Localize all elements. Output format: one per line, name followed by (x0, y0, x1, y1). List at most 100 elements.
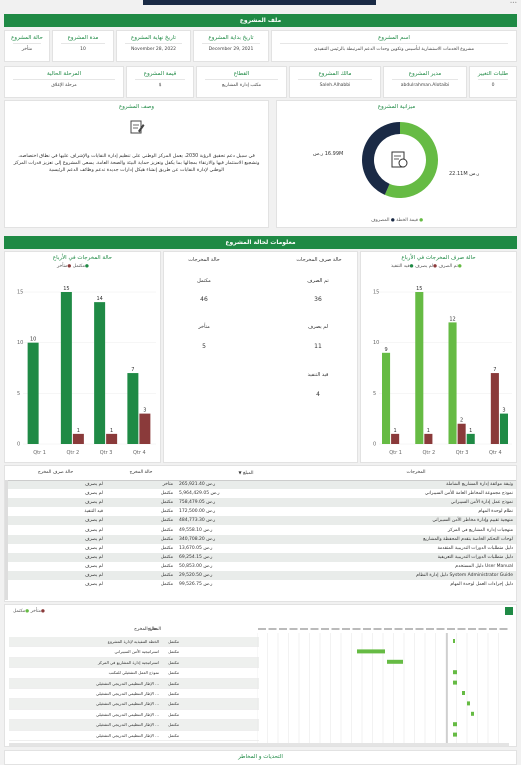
payment-bar[interactable] (391, 433, 400, 444)
th-deliverable[interactable]: المخرجات (316, 466, 516, 481)
money-icon (391, 151, 408, 168)
gantt-task-bar[interactable] (453, 670, 457, 675)
gantt-row-status: مكتمل (168, 711, 179, 717)
gantt-row[interactable]: ... الإطار التنظيمي التدريجي التشغيلي مكت… (9, 678, 259, 689)
cell-payment: لم يصرف (5, 580, 106, 590)
gantt-row[interactable]: ... الإطار التنظيمي التدريجي التشغيلي مكت… (9, 688, 259, 700)
gantt-date-tick (289, 628, 298, 630)
info-row2-card-1: مدير المشروع abdulrahman.Alotaibi (383, 66, 467, 98)
gantt-export-icon[interactable] (505, 607, 513, 615)
info-row2-key: قيمة المشروع (143, 71, 177, 77)
legend-spent-label: المصروف (371, 218, 390, 223)
status-bar[interactable] (139, 413, 151, 444)
gantt-task-bar[interactable] (453, 732, 457, 737)
gantt-row-name: ... الإطار التنظيمي التدريجي التشغيلي (95, 701, 159, 707)
th-status[interactable]: حالة المخرج (106, 466, 176, 481)
payment-bar[interactable] (457, 423, 466, 444)
summary-late-label: متأخر (198, 324, 210, 330)
summary-right-title: حالة صرف المخرجات (296, 257, 342, 263)
payment-bar[interactable] (424, 433, 433, 444)
gantt-row[interactable]: استراتيجية الأمن السيبراني مكتمل (9, 647, 259, 658)
cell-deliverable: لوحات التحكم الخاصة بتقدم المحفظة والمشا… (316, 534, 516, 544)
gantt-timeline (257, 628, 508, 743)
bar-value-label: 1 (394, 428, 397, 434)
gantt-task-bar[interactable] (471, 711, 474, 716)
gantt-date-tick (489, 628, 497, 630)
payment-bar[interactable] (382, 352, 391, 444)
x-tick-label: Qtr 1 (389, 450, 402, 456)
bar-value-label: 15 (63, 286, 69, 292)
table-row[interactable]: User Manual دليل المستخدم ر.س 50,853.00 مك… (5, 561, 516, 571)
gantt-row-status: مكتمل (168, 690, 179, 696)
gantt-row[interactable]: نموذج العمل التشغيلي للمكتب مكتمل (9, 668, 259, 679)
table-row[interactable]: دليل متطلبات الدورات التدريبية التعريفية… (5, 552, 516, 562)
table-row[interactable]: نموذج عمل إدارة الأمن السيبراني ر.س 758,4… (5, 498, 516, 508)
gantt-task-bar[interactable] (357, 649, 385, 654)
info-row2-card-4: قيمة المشروع $ (126, 66, 194, 98)
gantt-row[interactable]: ... الإطار التنظيمي التدريجي التشغيلي مكت… (9, 709, 259, 721)
gantt-task-bar[interactable] (387, 659, 403, 664)
gantt-scrollbar[interactable] (9, 743, 509, 746)
payment-bar[interactable] (490, 373, 499, 444)
payment-bar[interactable] (466, 433, 475, 444)
cell-payment: لم يصرف (5, 561, 106, 571)
status-bar[interactable] (27, 342, 39, 444)
table-row[interactable]: نموذج مجموعة المخاطر العامة للأمن السيبر… (5, 489, 516, 499)
gantt-task-bar[interactable] (453, 722, 457, 727)
th-payment-status[interactable]: حالة صرف المخرج (5, 466, 106, 481)
status-bar[interactable] (60, 292, 72, 444)
gantt-date-tick (405, 628, 413, 630)
gantt-date-tick (310, 628, 319, 630)
gantt-task-bar[interactable] (467, 701, 470, 706)
payment-bar[interactable] (415, 292, 424, 444)
legend-dot-late: ● (67, 264, 72, 269)
gantt-row[interactable]: ... الإطار التنظيمي التدريجي التشغيلي مكت… (9, 720, 259, 731)
cell-amount: ر.س 49,558.10 (176, 525, 316, 535)
sort-down-icon[interactable]: ▼ (239, 470, 242, 475)
table-scrollbar[interactable] (5, 480, 8, 600)
gantt-row[interactable]: ... الإطار التنظيمي التدريجي التشغيلي مكت… (9, 730, 259, 741)
gantt-row[interactable]: استراتيجية إدارة المشاريع في المركز مكتمل (9, 657, 259, 669)
status-bar[interactable] (72, 433, 84, 444)
left-bar-chart: 0 5 10 15 10 Qtr 1 15 1 Qtr 2 14 1 Qtr 3 7 3 Qtr 4 (17, 286, 156, 456)
gantt-row[interactable]: ... الإطار التنظيمي التدريجي التشغيلي مكت… (9, 699, 259, 710)
gantt-row-name: ... الإطار التنظيمي التدريجي التشغيلي (95, 732, 159, 738)
gantt-row-name: ... الإطار التنظيمي التدريجي التشغيلي (95, 680, 159, 686)
th-amount[interactable]: المبلغ ▼ (176, 466, 316, 481)
gantt-row[interactable]: الخطة التنفيذية لإدارة المشروع مكتمل (9, 637, 259, 648)
table-row[interactable]: منهجية تقييم وإدارة مخاطر الأمن السيبران… (5, 516, 516, 526)
table-row[interactable]: لوحات التحكم الخاصة بتقدم المحفظة والمشا… (5, 534, 516, 544)
table-row[interactable]: دليل متطلبات الدورات التدريبية المتقدمة ر… (5, 543, 516, 553)
table-row[interactable]: نظام لوحدة المهام ر.س 172,500.00 مكتمل قيد … (5, 507, 516, 517)
bar-value-label: 3 (143, 408, 146, 414)
cell-payment: لم يصرف (5, 552, 106, 562)
table-row[interactable]: منهجيات إدارة المشاريع في المركز ر.س 49,5… (5, 525, 516, 535)
status-bar[interactable] (106, 433, 118, 444)
cell-status: مكتمل (106, 498, 176, 508)
table-row[interactable]: وثيقة مواثقة إدارة المشاريع الشاملة ر.س 2… (5, 480, 516, 490)
donut-slice[interactable] (362, 122, 400, 195)
payment-bar[interactable] (499, 413, 508, 444)
description-title: وصف المشروع (118, 104, 155, 110)
status-bar[interactable] (94, 302, 106, 444)
cell-payment: لم يصرف (5, 543, 106, 553)
table-row[interactable]: System Administrator Guide دليل إدارة ال… (5, 570, 516, 581)
cell-payment: لم يصرف (5, 498, 106, 508)
table-row[interactable]: دليل إجراءات العمل لوحدة المهام ر.س 99,52… (5, 580, 516, 590)
legend-dot-complete: ● (85, 264, 89, 269)
info-row1-value: November 28, 2022 (131, 47, 176, 52)
info-row1-value: متأخر (21, 47, 33, 52)
gantt-task-bar[interactable] (453, 680, 457, 685)
info-row1-card-2: تاريخ نهاية المشروع November 28, 2022 (116, 30, 191, 62)
status-bar[interactable] (127, 373, 139, 444)
info-row1-card-0: اسم المشروع مشروع الخدمات الاستشارية لتأس… (271, 30, 517, 62)
cell-deliverable: نموذج مجموعة المخاطر العامة للأمن السيبر… (316, 489, 516, 499)
x-tick-label: Qtr 4 (133, 450, 146, 456)
cell-amount: ر.س 758,479.05 (176, 498, 316, 508)
gantt-task-bar[interactable] (462, 691, 465, 695)
payment-bar[interactable] (448, 322, 457, 444)
info-row1-card-3: مدة المشروع 10 (52, 30, 114, 62)
gantt-task-bar[interactable] (453, 639, 455, 643)
bar-value-label: 15 (416, 286, 422, 292)
budget-card: ميزانية المشروع 16.99M ر.س ر.س 22.11M ● … (276, 100, 517, 228)
